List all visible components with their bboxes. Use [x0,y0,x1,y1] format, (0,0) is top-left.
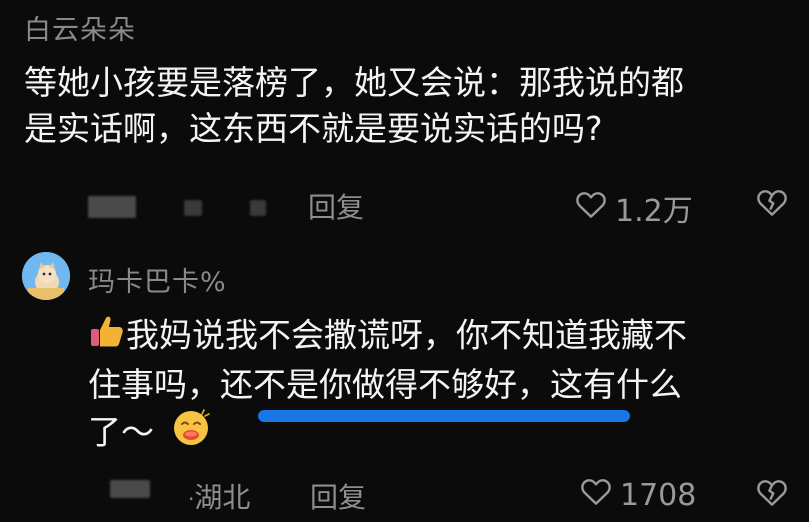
avatar[interactable] [22,252,70,300]
redacted-timestamp [88,196,136,218]
comment-text-segment: 了～ [88,412,154,452]
heart-outline-icon [575,189,607,227]
broken-heart-icon [756,190,788,221]
highlight-underline [258,410,630,422]
reply-button[interactable]: 回复 [310,476,366,516]
comment-text-line: 是实话啊，这东西不就是要说实话的吗? [24,109,603,148]
comment-text: 我妈说我不会撒谎呀，你不知道我藏不 住事吗，还不是你做得不够好，这有什么 了～ [88,312,788,460]
author-name[interactable]: 白云朵朵 [24,8,136,47]
redacted-dot [250,200,266,216]
comment-text-segment: 我妈说我不会撒谎呀，你不知道我藏不 [126,315,687,355]
comment-text-line: 我妈说我不会撒谎呀，你不知道我藏不 [88,312,788,362]
redacted-dot [184,200,202,216]
like-button[interactable]: 1.2万 [575,186,693,230]
dislike-button[interactable] [756,187,788,221]
heart-outline-icon [580,476,612,514]
broken-heart-icon [756,480,788,511]
location-label: ·湖北 [188,476,250,516]
like-count: 1.2万 [615,194,693,229]
comment-text-line: 住事吗，还不是你做得不够好，这有什么 [88,365,682,404]
face-emoji [171,408,211,460]
dislike-button[interactable] [756,477,788,511]
author-name[interactable]: 玛卡巴卡% [88,260,227,299]
redacted-timestamp [110,480,150,498]
location-text: 湖北 [194,481,251,514]
comment-text-line: 等她小孩要是落榜了，她又会说：那我说的都 [24,63,684,102]
reply-button[interactable]: 回复 [308,186,364,226]
like-button[interactable]: 1708 [580,476,696,514]
thumbs-up-emoji [88,312,126,362]
comment-text: 等她小孩要是落榜了，她又会说：那我说的都 是实话啊，这东西不就是要说实话的吗? [24,60,784,152]
like-count: 1708 [620,477,697,513]
